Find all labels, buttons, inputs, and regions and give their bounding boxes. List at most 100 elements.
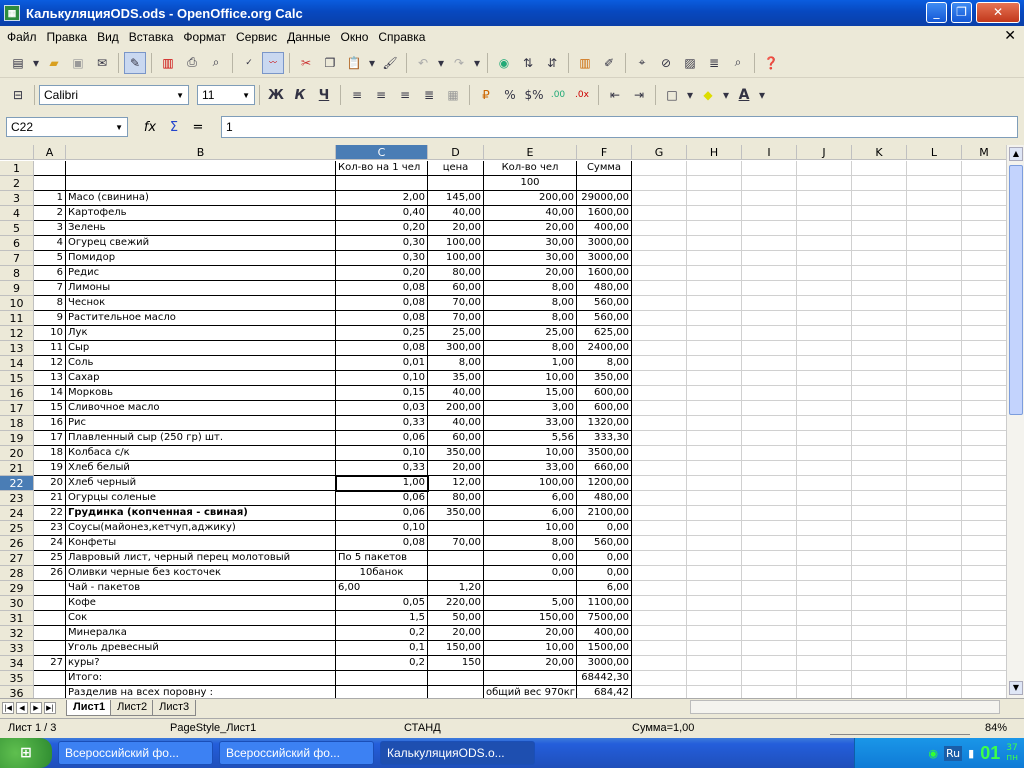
cell-j25[interactable]	[797, 521, 852, 536]
cell-b35[interactable]: Итого:	[66, 671, 336, 686]
column-header-d[interactable]: D	[428, 145, 484, 160]
cell-g14[interactable]	[632, 356, 687, 371]
cell-h28[interactable]	[687, 566, 742, 581]
cell-l20[interactable]	[907, 446, 962, 461]
column-header-g[interactable]: G	[632, 145, 687, 160]
cell-j8[interactable]	[797, 266, 852, 281]
cell-m29[interactable]	[962, 581, 1006, 596]
cell-i17[interactable]	[742, 401, 797, 416]
column-header-h[interactable]: H	[687, 145, 742, 160]
cell-l1[interactable]	[907, 161, 962, 176]
cell-e4[interactable]: 40,00	[484, 206, 577, 221]
cell-i20[interactable]	[742, 446, 797, 461]
undo-icon[interactable]: ↶	[412, 52, 434, 74]
cell-c20[interactable]: 0,10	[336, 446, 428, 461]
cell-k6[interactable]	[852, 236, 907, 251]
cell-b23[interactable]: Огурцы соленые	[66, 491, 336, 506]
row-header[interactable]: 24	[0, 506, 34, 521]
cell-e20[interactable]: 10,00	[484, 446, 577, 461]
cell-g15[interactable]	[632, 371, 687, 386]
cell-d4[interactable]: 40,00	[428, 206, 484, 221]
cell-h19[interactable]	[687, 431, 742, 446]
cell-m25[interactable]	[962, 521, 1006, 536]
cell-g19[interactable]	[632, 431, 687, 446]
cell-b5[interactable]: Зелень	[66, 221, 336, 236]
cell-k13[interactable]	[852, 341, 907, 356]
cell-d1[interactable]: цена	[428, 161, 484, 176]
cell-i10[interactable]	[742, 296, 797, 311]
cell-k33[interactable]	[852, 641, 907, 656]
cell-f18[interactable]: 1320,00	[577, 416, 632, 431]
cell-k36[interactable]	[852, 686, 907, 698]
cell-m10[interactable]	[962, 296, 1006, 311]
column-header-c[interactable]: C	[336, 145, 428, 160]
cell-g20[interactable]	[632, 446, 687, 461]
cell-d35[interactable]	[428, 671, 484, 686]
cell-e32[interactable]: 20,00	[484, 626, 577, 641]
cell-d28[interactable]	[428, 566, 484, 581]
cell-e14[interactable]: 1,00	[484, 356, 577, 371]
align-right-icon[interactable]: ≡	[394, 84, 416, 106]
cell-k20[interactable]	[852, 446, 907, 461]
select-all-corner[interactable]	[0, 145, 34, 160]
cell-h32[interactable]	[687, 626, 742, 641]
cell-c13[interactable]: 0,08	[336, 341, 428, 356]
background-dropdown-icon[interactable]: ▾	[721, 84, 731, 106]
cell-a30[interactable]	[34, 596, 66, 611]
cell-l2[interactable]	[907, 176, 962, 191]
cell-l26[interactable]	[907, 536, 962, 551]
cell-b13[interactable]: Сыр	[66, 341, 336, 356]
cell-g8[interactable]	[632, 266, 687, 281]
cell-l34[interactable]	[907, 656, 962, 671]
cell-m14[interactable]	[962, 356, 1006, 371]
font-color-dropdown-icon[interactable]: ▾	[757, 84, 767, 106]
cell-a18[interactable]: 16	[34, 416, 66, 431]
cell-a12[interactable]: 10	[34, 326, 66, 341]
cell-i21[interactable]	[742, 461, 797, 476]
cell-f23[interactable]: 480,00	[577, 491, 632, 506]
cell-m20[interactable]	[962, 446, 1006, 461]
cell-f3[interactable]: 29000,00	[577, 191, 632, 206]
cell-d24[interactable]: 350,00	[428, 506, 484, 521]
cell-e10[interactable]: 8,00	[484, 296, 577, 311]
cell-a28[interactable]: 26	[34, 566, 66, 581]
cell-i23[interactable]	[742, 491, 797, 506]
cell-k32[interactable]	[852, 626, 907, 641]
cell-h29[interactable]	[687, 581, 742, 596]
cell-f7[interactable]: 3000,00	[577, 251, 632, 266]
cell-b11[interactable]: Растительное масло	[66, 311, 336, 326]
cut-icon[interactable]: ✂	[295, 52, 317, 74]
autospellcheck-icon[interactable]: 〰	[262, 51, 284, 74]
cell-f19[interactable]: 333,30	[577, 431, 632, 446]
cell-l15[interactable]	[907, 371, 962, 386]
cell-d11[interactable]: 70,00	[428, 311, 484, 326]
row-header[interactable]: 33	[0, 641, 34, 656]
column-header-k[interactable]: K	[852, 145, 907, 160]
cell-h26[interactable]	[687, 536, 742, 551]
cell-j12[interactable]	[797, 326, 852, 341]
cell-d7[interactable]: 100,00	[428, 251, 484, 266]
cell-g28[interactable]	[632, 566, 687, 581]
cell-j3[interactable]	[797, 191, 852, 206]
cell-k12[interactable]	[852, 326, 907, 341]
cell-a4[interactable]: 2	[34, 206, 66, 221]
cell-d5[interactable]: 20,00	[428, 221, 484, 236]
cell-h1[interactable]	[687, 161, 742, 176]
column-header-m[interactable]: M	[962, 145, 1006, 160]
cell-a16[interactable]: 14	[34, 386, 66, 401]
cell-h31[interactable]	[687, 611, 742, 626]
cell-g2[interactable]	[632, 176, 687, 191]
cell-i28[interactable]	[742, 566, 797, 581]
help-icon[interactable]: ❓	[760, 52, 782, 74]
row-header[interactable]: 21	[0, 461, 34, 476]
cell-k24[interactable]	[852, 506, 907, 521]
cell-b1[interactable]	[66, 161, 336, 176]
cell-f17[interactable]: 600,00	[577, 401, 632, 416]
cell-i26[interactable]	[742, 536, 797, 551]
cell-i19[interactable]	[742, 431, 797, 446]
cell-a36[interactable]	[34, 686, 66, 698]
cell-m17[interactable]	[962, 401, 1006, 416]
cell-a13[interactable]: 11	[34, 341, 66, 356]
cell-i12[interactable]	[742, 326, 797, 341]
cell-e35[interactable]	[484, 671, 577, 686]
